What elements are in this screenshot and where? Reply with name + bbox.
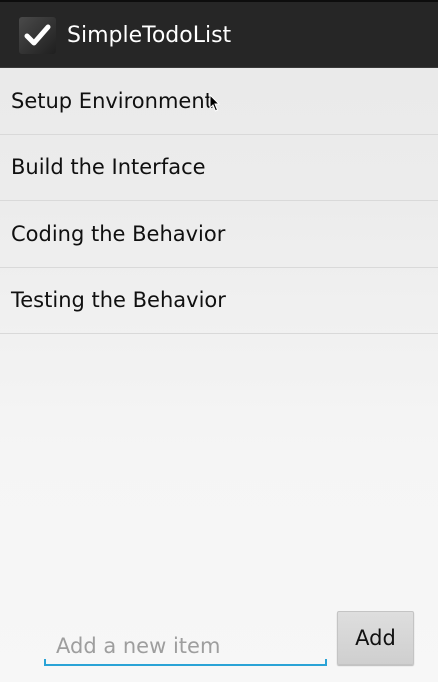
new-item-input[interactable] — [44, 624, 327, 666]
app-title: SimpleTodoList — [67, 23, 232, 48]
todo-item[interactable]: Testing the Behavior — [0, 268, 438, 334]
input-underline-left-tick — [44, 659, 46, 666]
action-bar: SimpleTodoList — [0, 2, 438, 68]
checkmark-icon — [19, 17, 56, 54]
add-button[interactable]: Add — [337, 611, 414, 665]
mouse-cursor-icon — [209, 94, 221, 112]
todo-item[interactable]: Build the Interface — [0, 135, 438, 201]
todo-item[interactable]: Coding the Behavior — [0, 201, 438, 268]
input-underline-right-tick — [325, 659, 327, 666]
